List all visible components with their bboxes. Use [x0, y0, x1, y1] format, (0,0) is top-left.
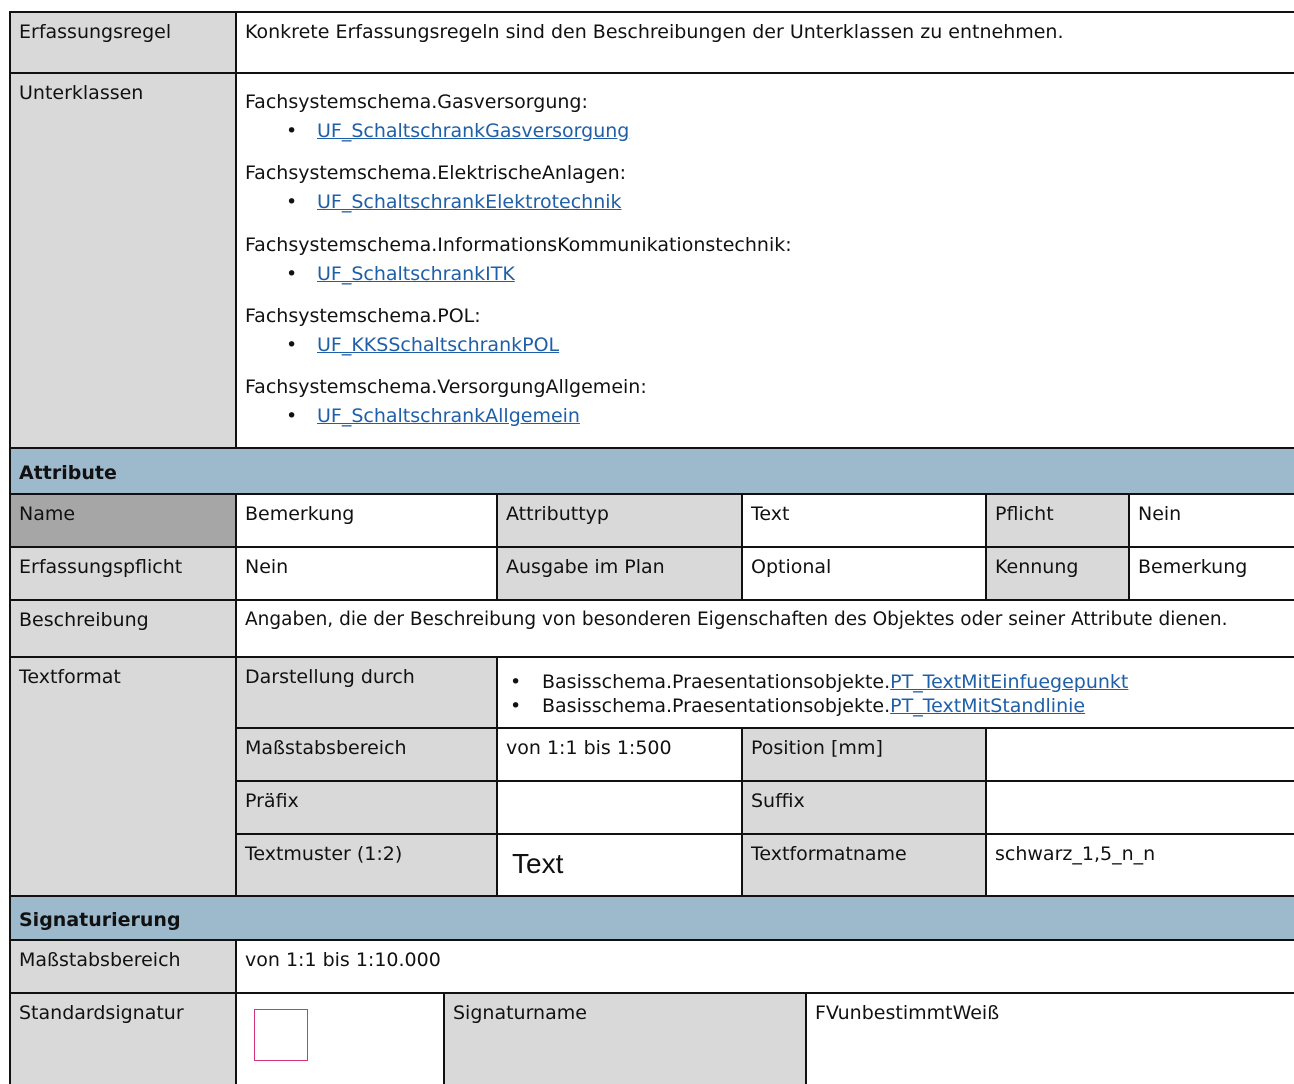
attributtyp-label-cell: Attributtyp [497, 494, 742, 547]
massstab-value: von 1:1 bis 1:500 [506, 737, 672, 759]
unterklassen-schema-ik: Fachsystemschema.InformationsKommunikati… [245, 234, 792, 256]
erfassungspflicht-value-cell: Nein [236, 547, 497, 600]
signaturname-label-cell: Signaturname [444, 993, 806, 1084]
link-uf-kks-schaltschrank-pol[interactable]: UF_KKSSchaltschrankPOL [317, 334, 559, 356]
name-label: Name [19, 503, 76, 525]
bullet-icon: • [286, 120, 298, 142]
sig-massstab-label: Maßstabsbereich [19, 949, 181, 971]
beschreibung-value-cell: Angaben, die der Beschreibung von besond… [236, 600, 1294, 657]
unterklassen-label-cell: Unterklassen [10, 73, 236, 448]
pflicht-label: Pflicht [995, 503, 1054, 525]
pflicht-value: Nein [1138, 503, 1182, 525]
position-value-cell [986, 728, 1294, 781]
darstellung-value-cell: • Basisschema.Praesentationsobjekte.PT_T… [497, 657, 1294, 728]
unterklassen-schema-pol: Fachsystemschema.POL: [245, 305, 481, 327]
standardsignatur-label: Standardsignatur [19, 1002, 184, 1024]
textmuster-label-cell: Textmuster (1:2) [236, 834, 497, 896]
erfassungsregel-value-cell: Konkrete Erfassungsregeln sind den Besch… [236, 12, 1294, 73]
kennung-value-cell: Bemerkung [1129, 547, 1294, 600]
attributtyp-label: Attributtyp [506, 503, 609, 525]
attributtyp-value: Text [751, 503, 790, 525]
textmuster-label: Textmuster (1:2) [245, 843, 403, 865]
signaturname-value-cell: FVunbestimmtWeiß [806, 993, 1294, 1084]
massstab-value-cell: von 1:1 bis 1:500 [497, 728, 742, 781]
textformatname-label: Textformatname [751, 843, 907, 865]
praefix-value-cell [497, 781, 742, 834]
textformatname-label-cell: Textformatname [742, 834, 986, 896]
name-label-cell: Name [10, 494, 236, 547]
unterklassen-schema-elektrische-anlagen: Fachsystemschema.ElektrischeAnlagen: [245, 162, 627, 184]
textformat-label: Textformat [19, 666, 121, 688]
unterklassen-label: Unterklassen [19, 82, 144, 104]
suffix-label: Suffix [751, 790, 805, 812]
darstellung-prefix-2: Basisschema.Praesentationsobjekte. [542, 695, 891, 717]
textformatname-value-cell: schwarz_1,5_n_n [986, 834, 1294, 896]
signaturierung-header-label: Signaturierung [19, 909, 181, 931]
pflicht-value-cell: Nein [1129, 494, 1294, 547]
textformat-label-cell: Textformat [10, 657, 236, 896]
bullet-icon: • [286, 405, 298, 427]
position-label: Position [mm] [751, 737, 883, 759]
textformatname-value: schwarz_1,5_n_n [995, 843, 1156, 865]
unterklassen-list: Fachsystemschema.Gasversorgung: • UF_Sch… [236, 73, 1294, 448]
ausgabe-label-cell: Ausgabe im Plan [497, 547, 742, 600]
ausgabe-value-cell: Optional [742, 547, 986, 600]
pflicht-label-cell: Pflicht [986, 494, 1129, 547]
signature-square-icon [254, 1009, 308, 1061]
link-uf-schaltschrank-allgemein[interactable]: UF_SchaltschrankAllgemein [317, 405, 580, 427]
sig-massstab-value: von 1:1 bis 1:10.000 [245, 949, 441, 971]
name-value: Bemerkung [245, 503, 355, 525]
bullet-icon: • [510, 671, 522, 693]
signaturname-value: FVunbestimmtWeiß [815, 1002, 1000, 1024]
erfassungspflicht-value: Nein [245, 556, 289, 578]
kennung-label-cell: Kennung [986, 547, 1129, 600]
link-uf-schaltschrank-elektrotechnik[interactable]: UF_SchaltschrankElektrotechnik [317, 191, 622, 213]
darstellung-label-cell: Darstellung durch [236, 657, 497, 728]
standardsignatur-symbol-cell [236, 993, 444, 1084]
position-label-cell: Position [mm] [742, 728, 986, 781]
standardsignatur-label-cell: Standardsignatur [10, 993, 236, 1084]
ausgabe-label: Ausgabe im Plan [506, 556, 665, 578]
textmuster-sample: Text [512, 848, 564, 879]
signaturierung-section-header: Signaturierung [10, 896, 1294, 940]
erfassungspflicht-label-cell: Erfassungspflicht [10, 547, 236, 600]
link-pt-text-mit-standlinie[interactable]: PT_TextMitStandlinie [890, 695, 1085, 717]
suffix-label-cell: Suffix [742, 781, 986, 834]
link-uf-schaltschrank-gasversorgung[interactable]: UF_SchaltschrankGasversorgung [317, 120, 629, 142]
sig-massstab-label-cell: Maßstabsbereich [10, 940, 236, 993]
bullet-icon: • [510, 695, 522, 717]
beschreibung-value: Angaben, die der Beschreibung von besond… [245, 609, 1228, 630]
suffix-value-cell [986, 781, 1294, 834]
attribute-section-header: Attribute [10, 448, 1294, 494]
name-value-cell: Bemerkung [236, 494, 497, 547]
praefix-label-cell: Präfix [236, 781, 497, 834]
erfassungspflicht-label: Erfassungspflicht [19, 556, 183, 578]
link-uf-schaltschrank-itk[interactable]: UF_SchaltschrankITK [317, 263, 515, 285]
textmuster-value-cell: Text [497, 834, 742, 896]
sig-massstab-value-cell: von 1:1 bis 1:10.000 [236, 940, 1294, 993]
signaturname-label: Signaturname [453, 1002, 587, 1024]
erfassungsregel-label-cell: Erfassungsregel [10, 12, 236, 73]
praefix-label: Präfix [245, 790, 299, 812]
erfassungsregel-text: Konkrete Erfassungsregeln sind den Besch… [245, 21, 1064, 43]
massstab-label-cell: Maßstabsbereich [236, 728, 497, 781]
beschreibung-label-cell: Beschreibung [10, 600, 236, 657]
ausgabe-value: Optional [751, 556, 832, 578]
attributtyp-value-cell: Text [742, 494, 986, 547]
beschreibung-label: Beschreibung [19, 609, 149, 631]
massstab-label: Maßstabsbereich [245, 737, 407, 759]
bullet-icon: • [286, 263, 298, 285]
erfassungsregel-label: Erfassungsregel [19, 21, 172, 43]
attribute-header-label: Attribute [19, 462, 117, 484]
bullet-icon: • [286, 191, 298, 213]
kennung-label: Kennung [995, 556, 1079, 578]
unterklassen-schema-gasversorgung: Fachsystemschema.Gasversorgung: [245, 91, 588, 113]
link-pt-text-mit-einfuegepunkt[interactable]: PT_TextMitEinfuegepunkt [890, 671, 1128, 693]
darstellung-label: Darstellung durch [245, 666, 415, 688]
unterklassen-schema-versorgung-allgemein: Fachsystemschema.VersorgungAllgemein: [245, 376, 647, 398]
darstellung-prefix-1: Basisschema.Praesentationsobjekte. [542, 671, 891, 693]
bullet-icon: • [286, 334, 298, 356]
kennung-value: Bemerkung [1138, 556, 1248, 578]
